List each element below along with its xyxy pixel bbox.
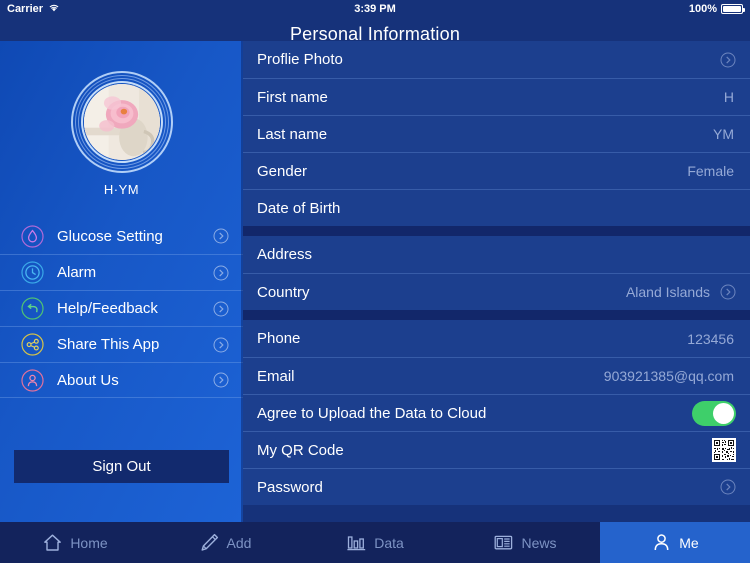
row-label: Last name [257,125,328,143]
row-label: Email [257,367,295,385]
tab-label: Data [374,534,404,551]
profile-block: H·YM [0,71,243,197]
row-country[interactable]: Country Aland Islands [243,273,750,310]
row-label: Gender [257,162,308,180]
row-value: YM [713,126,734,142]
clock-icon [20,261,44,285]
row-value: Aland Islands [625,284,710,300]
barchart-icon [346,532,367,553]
status-bar-time: 3:39 PM [354,3,396,15]
tab-label: Me [679,534,699,551]
section-divider [243,310,750,320]
row-label: Address [257,246,313,263]
tab-add[interactable]: Add [150,522,300,563]
row-value: 123456 [687,330,734,347]
chevron-right-circle-icon [213,372,229,388]
status-bar: Carrier 3:39 PM 100% [0,0,750,18]
tab-home[interactable]: Home [0,522,150,563]
tab-label: News [521,534,557,551]
avatar-photo [83,84,160,160]
sidebar-item-glucose-setting[interactable]: Glucose Setting [0,218,243,254]
row-email[interactable]: Email 903921385@qq.com [243,357,750,394]
chevron-right-circle-icon [720,52,736,68]
qr-code-icon[interactable] [712,438,736,462]
row-label: Date of Birth [257,199,341,217]
row-value: 903921385@qq.com [603,368,734,384]
chevron-right-circle-icon [720,479,736,495]
undo-icon [20,297,44,321]
sidebar-item-share-this-app[interactable]: Share This App [0,326,243,362]
pencil-icon [199,532,220,553]
row-label: Password [257,478,323,496]
app-root: Carrier 3:39 PM 100% Personal Informatio… [0,0,750,563]
sidebar-item-alarm[interactable]: Alarm [0,254,243,290]
status-bar-right: 100% [688,3,745,15]
row-first-name[interactable]: First name H [243,78,750,115]
section-divider [243,226,750,236]
row-value: H [723,89,734,105]
row-label: Country [257,283,310,301]
tab-bar: Home Add Data News Me [0,522,750,563]
sidebar-item-label: Alarm [57,264,97,281]
sidebar-item-help-feedback[interactable]: Help/Feedback [0,290,243,326]
row-phone[interactable]: Phone 123456 [243,320,750,357]
battery-full-icon [721,4,745,14]
sidebar-item-about-us[interactable]: About Us [0,362,243,398]
tab-data[interactable]: Data [300,522,450,563]
person-icon [20,368,44,392]
sign-out-button[interactable]: Sign Out [14,450,229,483]
row-label: Agree to Upload the Data to Cloud [257,404,487,422]
share-icon [20,333,44,357]
form-section-location: Address Country Aland Islands [243,236,750,310]
row-label: First name [257,88,328,106]
home-icon [42,532,63,553]
sidebar: H·YM Glucose Setting Alarm Help/Feedback… [0,41,243,522]
person-icon [651,532,672,553]
row-label: Proflie Photo [257,51,343,68]
tab-me[interactable]: Me [600,522,750,563]
chevron-right-circle-icon [213,265,229,281]
battery-percent-label: 100% [688,3,717,15]
profile-name: H·YM [103,182,140,197]
droplet-icon [20,224,44,248]
row-agree-upload-cloud[interactable]: Agree to Upload the Data to Cloud [243,394,750,431]
row-profile-photo[interactable]: Proflie Photo [243,41,750,78]
tab-news[interactable]: News [450,522,600,563]
sidebar-item-label: Share This App [57,336,160,353]
sidebar-item-label: Glucose Setting [57,227,163,245]
sidebar-item-label: Help/Feedback [57,300,158,317]
upload-to-cloud-toggle[interactable] [692,400,736,426]
row-address[interactable]: Address [243,236,750,273]
tab-label: Add [226,534,252,551]
newspaper-icon [493,532,514,553]
row-value: Female [687,163,734,179]
sidebar-menu: Glucose Setting Alarm Help/Feedback Shar… [0,218,243,398]
row-label: Phone [257,330,301,347]
chevron-right-circle-icon [720,284,736,300]
row-my-qr-code[interactable]: My QR Code [243,431,750,468]
chevron-right-circle-icon [213,301,229,317]
form-section-identity: Proflie Photo First name H Last name YM … [243,41,750,226]
row-label: My QR Code [257,441,344,459]
sidebar-item-label: About Us [57,371,119,389]
tab-label: Home [70,534,108,551]
chevron-right-circle-icon [213,337,229,353]
row-last-name[interactable]: Last name YM [243,115,750,152]
row-gender[interactable]: Gender Female [243,152,750,189]
row-date-of-birth[interactable]: Date of Birth [243,189,750,226]
row-password[interactable]: Password [243,468,750,505]
form-section-contact: Phone 123456 Email 903921385@qq.com Agre… [243,320,750,505]
chevron-right-circle-icon [213,228,229,244]
personal-information-form: Proflie Photo First name H Last name YM … [243,41,750,522]
avatar[interactable] [70,71,173,173]
